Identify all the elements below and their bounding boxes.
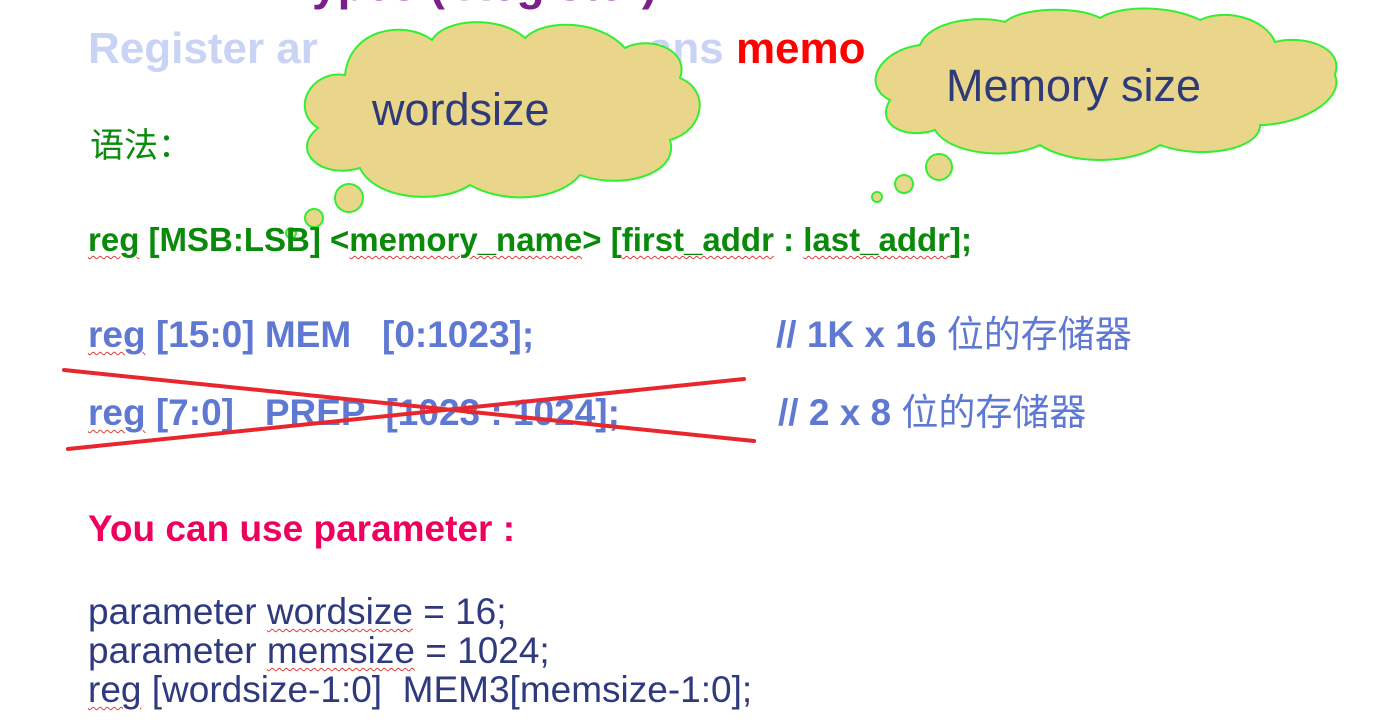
param-1-pre: parameter bbox=[88, 591, 267, 632]
param-2-pre: parameter bbox=[88, 630, 267, 671]
cross-out-line-1 bbox=[62, 368, 756, 443]
param-1-name: wordsize bbox=[266, 591, 413, 632]
parameter-heading: You can use parameter : bbox=[88, 508, 516, 549]
slide: ypes ( Register) Register arans memo wor… bbox=[0, 0, 1374, 723]
param-3-keyword: reg bbox=[88, 669, 142, 710]
param-3-post: [wordsize-1:0] MEM3[memsize-1:0]; bbox=[141, 669, 753, 710]
parameter-line-mem3: reg [wordsize-1:0] MEM3[memsize-1:0]; bbox=[88, 670, 752, 710]
parameter-line-wordsize: parameter wordsize = 16; bbox=[88, 592, 507, 632]
param-1-post: = 16; bbox=[412, 591, 507, 632]
param-2-name: memsize bbox=[266, 630, 415, 671]
param-2-post: = 1024; bbox=[414, 630, 550, 671]
parameter-line-memsize: parameter memsize = 1024; bbox=[88, 631, 550, 671]
cross-out-line-2 bbox=[66, 377, 746, 451]
